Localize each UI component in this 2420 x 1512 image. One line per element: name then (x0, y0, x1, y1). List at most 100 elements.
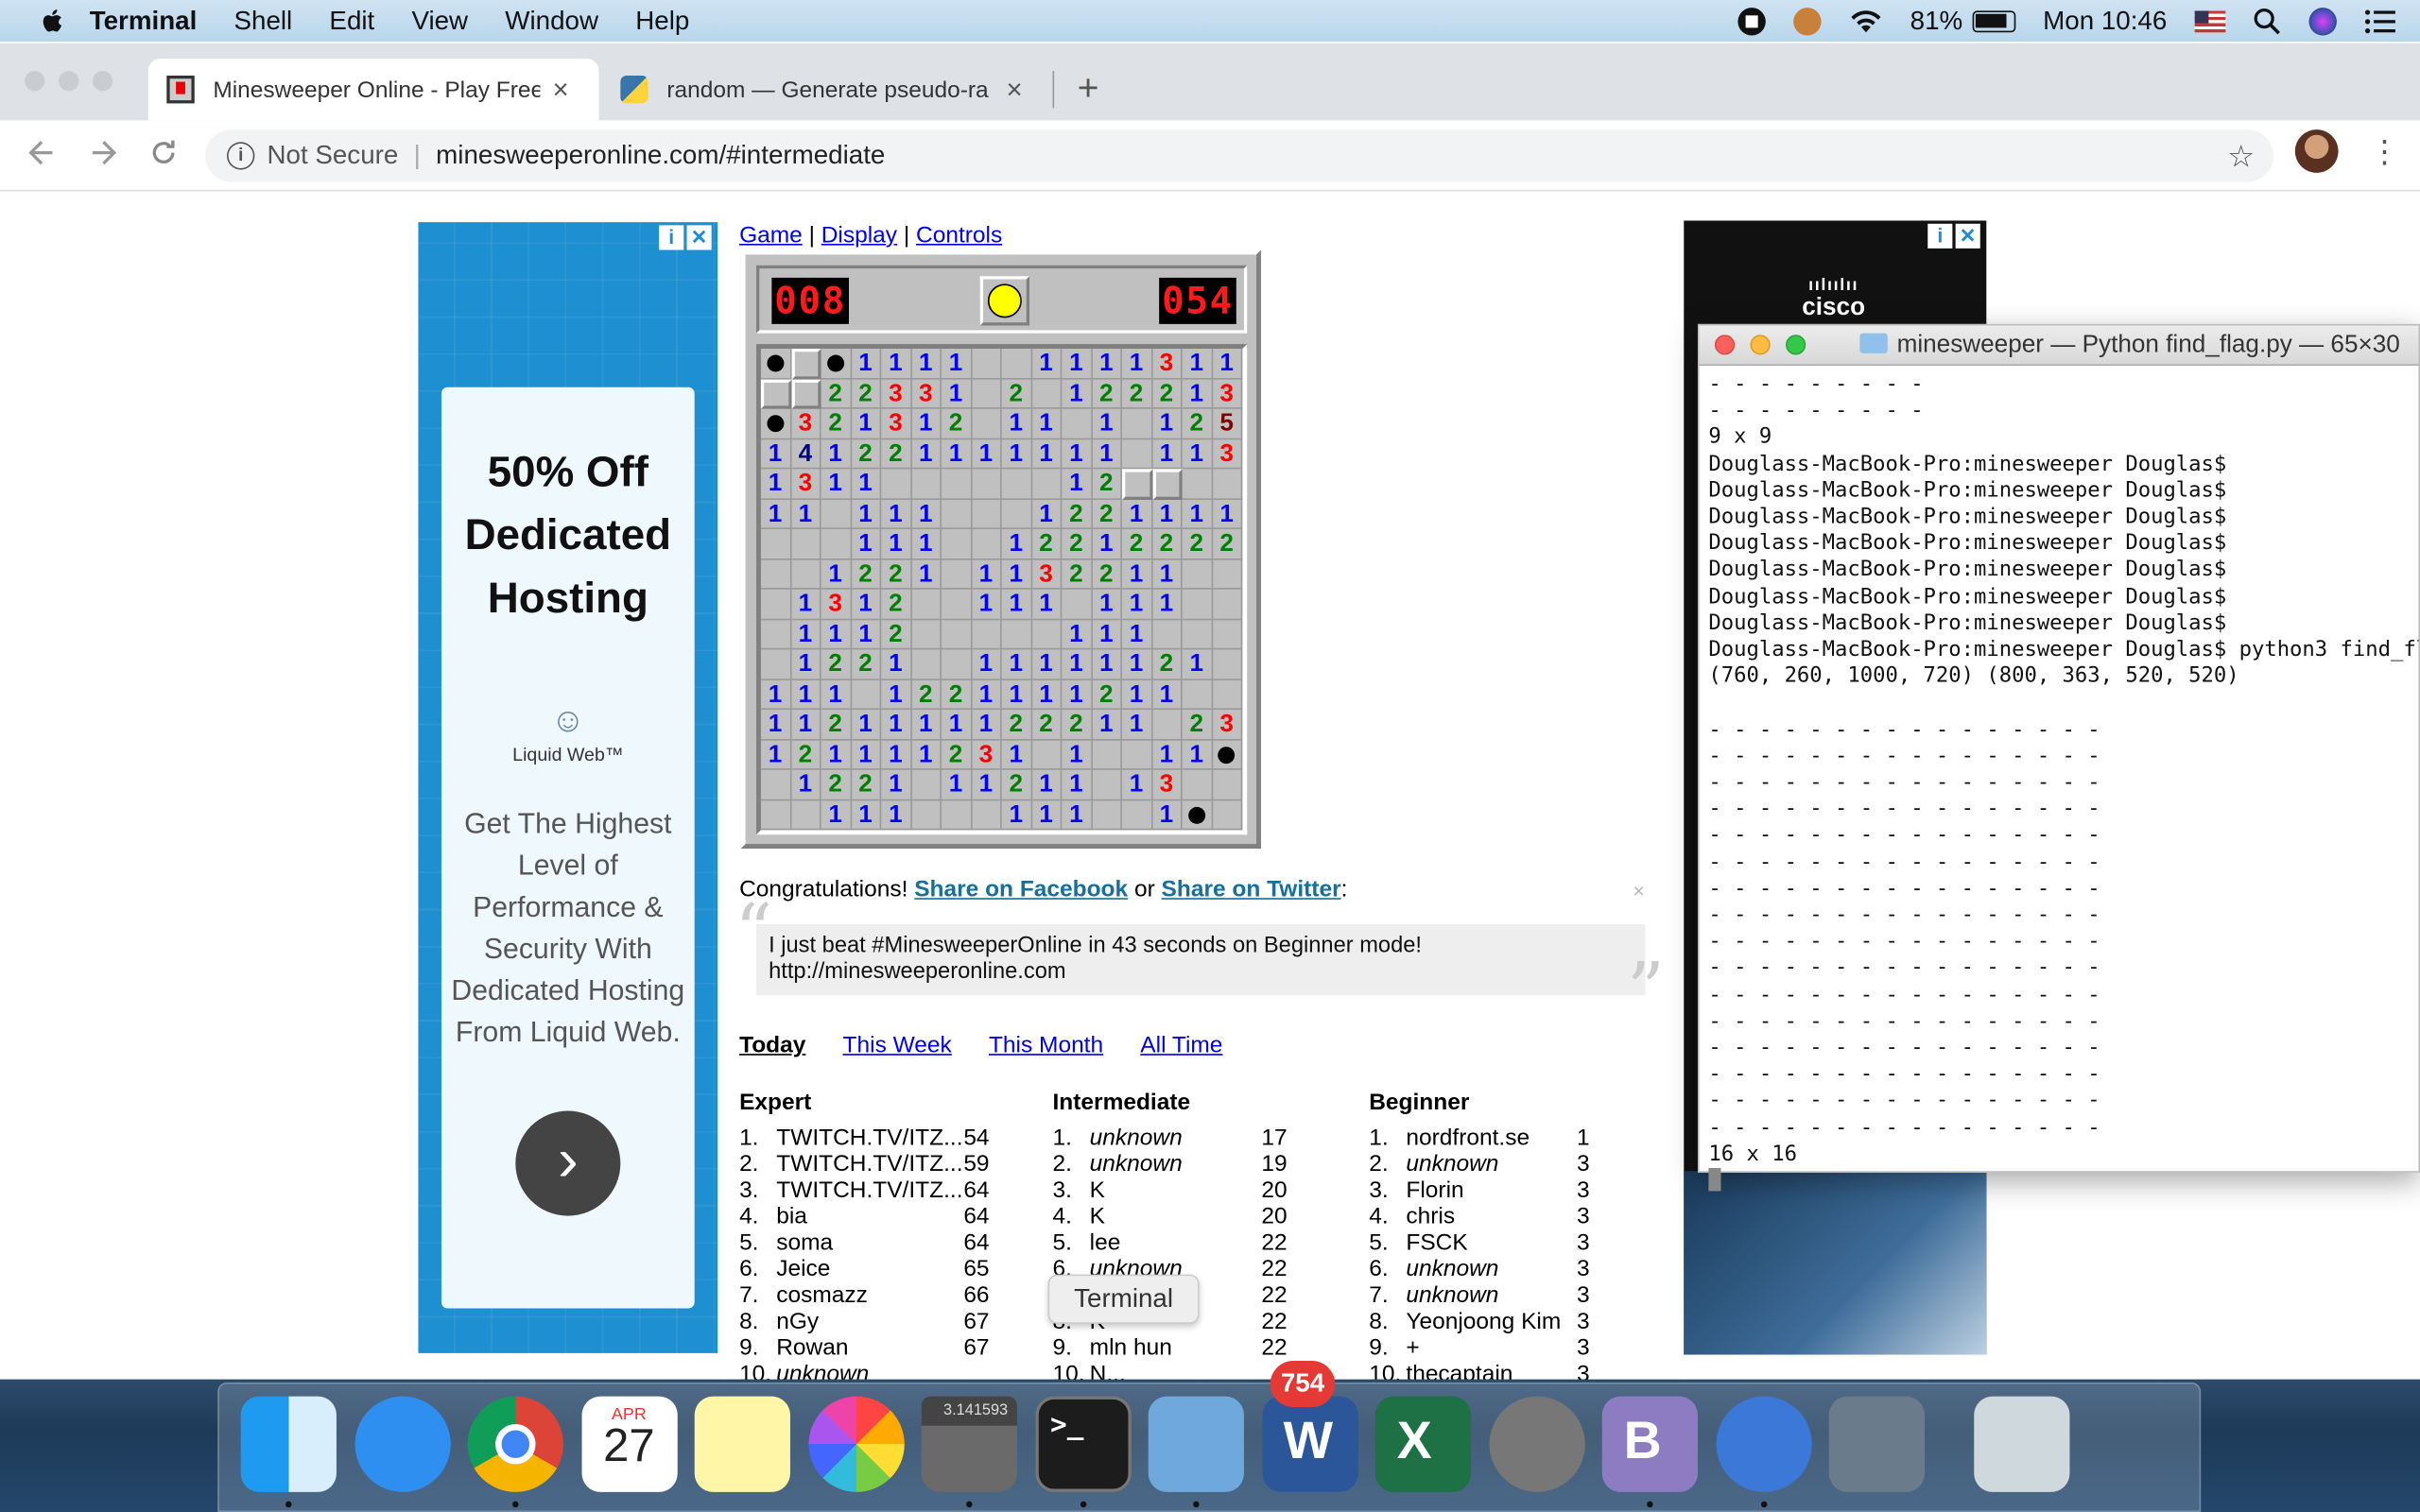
number-cell[interactable]: 1 (1182, 739, 1213, 770)
number-cell[interactable]: 2 (1062, 499, 1093, 530)
empty-cell[interactable] (911, 589, 942, 620)
mine-icon[interactable] (821, 348, 852, 379)
number-cell[interactable]: 1 (1182, 348, 1213, 379)
tab-today[interactable]: Today (739, 1032, 805, 1058)
address-bar[interactable]: i Not Secure | minesweeperonline.com/#in… (205, 129, 2273, 182)
tab-this-week[interactable]: This Week (843, 1032, 952, 1058)
empty-cell[interactable] (1092, 799, 1122, 831)
mine-icon[interactable] (760, 348, 791, 379)
close-tab-icon[interactable]: × (1007, 74, 1023, 106)
empty-cell[interactable] (941, 589, 972, 620)
number-cell[interactable]: 1 (790, 589, 821, 620)
reload-icon[interactable] (147, 136, 181, 170)
mine-grid[interactable]: 1111111131122331212221332131211112514122… (756, 344, 1248, 835)
number-cell[interactable]: 3 (881, 408, 912, 439)
number-cell[interactable]: 2 (1092, 469, 1122, 500)
number-cell[interactable]: 1 (1151, 589, 1183, 620)
terminal-dock-icon[interactable]: >_ (1034, 1396, 1131, 1492)
number-cell[interactable]: 1 (881, 710, 912, 740)
browser-menu-icon[interactable]: ⋮ (2369, 132, 2400, 171)
mine-icon[interactable] (1182, 799, 1213, 831)
number-cell[interactable]: 2 (1092, 679, 1122, 711)
trash-dock-icon[interactable] (1973, 1396, 2069, 1492)
number-cell[interactable]: 1 (1151, 558, 1183, 590)
number-cell[interactable]: 2 (821, 649, 852, 680)
number-cell[interactable]: 2 (821, 378, 852, 409)
siri-icon[interactable] (2308, 7, 2337, 35)
number-cell[interactable]: 1 (851, 710, 882, 740)
number-cell[interactable]: 1 (1031, 799, 1063, 831)
number-cell[interactable]: 2 (1121, 378, 1152, 409)
number-cell[interactable]: 1 (1031, 499, 1063, 530)
ad-info-icon[interactable]: i (659, 225, 684, 250)
number-cell[interactable]: 2 (1031, 529, 1063, 559)
profile-avatar[interactable] (2294, 129, 2339, 173)
number-cell[interactable]: 1 (881, 348, 912, 379)
empty-cell[interactable] (881, 469, 912, 500)
controls-menu-link[interactable]: Controls (916, 222, 1002, 249)
notification-center-icon[interactable] (2364, 9, 2395, 33)
number-cell[interactable]: 3 (1212, 438, 1243, 470)
number-cell[interactable]: 1 (1062, 619, 1093, 650)
ad-banner-left[interactable]: i ✕ 50% Off Dedicated Hosting ☺ Liquid We… (418, 222, 718, 1353)
number-cell[interactable]: 1 (790, 499, 821, 530)
excel-dock-icon[interactable]: X (1374, 1396, 1471, 1492)
empty-cell[interactable] (941, 649, 972, 680)
number-cell[interactable]: 1 (1151, 679, 1183, 711)
number-cell[interactable]: 1 (790, 769, 821, 800)
empty-cell[interactable] (1151, 619, 1183, 650)
empty-cell[interactable] (1121, 799, 1152, 831)
number-cell[interactable]: 2 (911, 679, 942, 711)
terminal-output[interactable]: - - - - - - - - -- - - - - - - - -9 x 9D… (1700, 366, 2418, 1201)
hidden-cell[interactable] (790, 378, 821, 409)
game-menu-link[interactable]: Game (739, 222, 803, 249)
empty-cell[interactable] (1062, 408, 1093, 439)
number-cell[interactable]: 2 (1062, 529, 1093, 559)
empty-cell[interactable] (1031, 378, 1063, 409)
number-cell[interactable]: 2 (821, 408, 852, 439)
number-cell[interactable]: 2 (881, 589, 912, 620)
empty-cell[interactable] (911, 799, 942, 831)
tab-minesweeper[interactable]: Minesweeper Online - Play Free × (147, 59, 599, 121)
number-cell[interactable]: 1 (881, 649, 912, 680)
number-cell[interactable]: 1 (881, 499, 912, 530)
site-info-icon[interactable]: i (227, 142, 255, 170)
empty-cell[interactable] (1182, 679, 1213, 711)
empty-cell[interactable] (911, 469, 942, 500)
number-cell[interactable]: 2 (851, 438, 882, 470)
number-cell[interactable]: 2 (851, 378, 882, 409)
status-app-icon[interactable] (1792, 7, 1821, 35)
number-cell[interactable]: 1 (911, 408, 942, 439)
empty-cell[interactable] (1182, 619, 1213, 650)
number-cell[interactable]: 1 (1121, 679, 1152, 711)
number-cell[interactable]: 2 (1062, 710, 1093, 740)
empty-cell[interactable] (1212, 589, 1243, 620)
empty-cell[interactable] (1212, 679, 1243, 711)
number-cell[interactable]: 1 (971, 589, 1002, 620)
number-cell[interactable]: 1 (851, 408, 882, 439)
number-cell[interactable]: 1 (1121, 499, 1152, 530)
number-cell[interactable]: 1 (1031, 649, 1063, 680)
number-cell[interactable]: 1 (851, 799, 882, 831)
calendar-dock-icon[interactable]: APR 27 (580, 1396, 677, 1492)
number-cell[interactable]: 1 (1062, 438, 1093, 470)
empty-cell[interactable] (790, 558, 821, 590)
number-cell[interactable]: 1 (1121, 769, 1152, 800)
empty-cell[interactable] (941, 469, 972, 500)
number-cell[interactable]: 1 (1062, 799, 1093, 831)
hidden-cell[interactable] (1151, 469, 1183, 500)
us-flag-icon[interactable] (2194, 9, 2226, 32)
minimize-window-button[interactable] (59, 71, 79, 92)
mine-icon[interactable] (1212, 739, 1243, 770)
empty-cell[interactable] (760, 589, 791, 620)
empty-cell[interactable] (1212, 769, 1243, 800)
photos-dock-icon[interactable] (807, 1396, 904, 1492)
number-cell[interactable]: 1 (971, 438, 1002, 470)
empty-cell[interactable] (971, 499, 1002, 530)
number-cell[interactable]: 1 (821, 739, 852, 770)
menu-app-name[interactable]: Terminal (90, 6, 198, 37)
back-icon[interactable] (25, 136, 59, 170)
empty-cell[interactable] (941, 619, 972, 650)
ad-close-icon[interactable]: ✕ (686, 225, 712, 250)
zoom-window-button[interactable] (92, 71, 113, 92)
